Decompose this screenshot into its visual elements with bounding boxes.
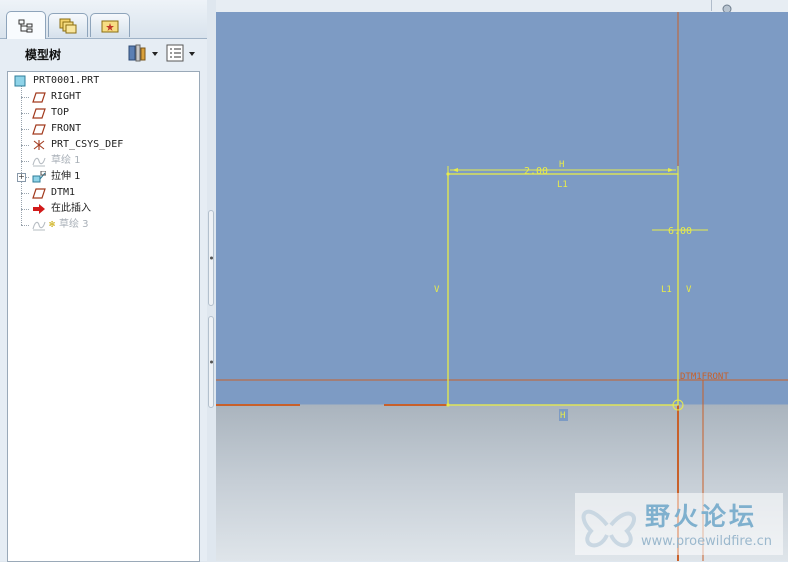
datum-plane-icon	[32, 123, 46, 135]
model-tree-tab[interactable]	[6, 11, 46, 39]
tree-item[interactable]: PRT_CSYS_DEF	[8, 137, 197, 153]
tree-branch-line	[21, 97, 29, 98]
tree-item-label: DTM1	[51, 187, 76, 198]
tree-item[interactable]: + 拉伸 1	[8, 169, 197, 185]
constraint-h-top: H	[559, 160, 564, 170]
tree-branch-line	[21, 193, 29, 194]
butterfly-logo-icon	[581, 509, 636, 548]
tree-branch-line	[21, 209, 29, 210]
sketch-icon	[32, 219, 46, 231]
datum-plane-icon	[32, 107, 46, 119]
constraint-h-bottom: H	[560, 411, 565, 421]
tree-item[interactable]: 在此插入	[8, 201, 197, 217]
model-tree: PRT0001.PRT RIGHT TOP FRONT PRT_CSYS_DEF 草绘 1…	[7, 71, 200, 562]
tree-item-label: FRONT	[51, 123, 82, 134]
tree-branch-line	[21, 225, 29, 226]
tree-item-label: 拉伸 1	[51, 171, 81, 182]
favorites-tab[interactable]	[90, 13, 130, 37]
tree-item-label: 在此插入	[51, 203, 91, 214]
constraint-v-left: V	[434, 285, 440, 295]
tree-item[interactable]: DTM1	[8, 185, 197, 201]
tree-branch-line	[21, 161, 29, 162]
watermark: 野火论坛 www.proewildfire.cn	[575, 493, 783, 555]
tree-branch-line	[21, 145, 29, 146]
constraint-v-right: V	[686, 285, 692, 295]
favorites-icon	[101, 20, 119, 32]
navigator-panel: 模型树 PRT0001.PRT RIGHT TOP FRONT PRT_CSYS_DEF…	[0, 0, 207, 562]
watermark-url: www.proewildfire.cn	[641, 534, 772, 549]
list-icon	[166, 44, 195, 62]
constraint-l1-right: L1	[661, 285, 672, 295]
datum-plane-icon	[32, 91, 46, 103]
tree-item-label: TOP	[51, 107, 70, 118]
tree-item-label: 草绘 1	[51, 155, 81, 166]
graphics-window[interactable]: 2.00 H L1 6.00 V L1 V H DTM1FRONT	[216, 12, 788, 561]
tree-item[interactable]: 草绘 1	[8, 153, 197, 169]
folder-browser-tab[interactable]	[48, 13, 88, 37]
extrude-icon	[32, 170, 47, 183]
tree-item-label: RIGHT	[51, 91, 82, 102]
tree-item-label: 草绘 3	[59, 219, 89, 230]
sketch-vertex[interactable]	[446, 403, 450, 407]
folders-icon	[59, 18, 77, 33]
tools-icon	[128, 44, 158, 62]
view-corner-button[interactable]	[711, 0, 742, 14]
tree-item[interactable]: TOP	[8, 105, 197, 121]
datum-plane-icon	[32, 187, 46, 199]
dimension-right-text[interactable]: 6.00	[668, 226, 692, 237]
constraint-l1-top: L1	[557, 180, 568, 190]
dimension-width-text[interactable]: 2.00	[524, 166, 548, 177]
csys-icon	[32, 139, 46, 151]
sketch-icon	[32, 155, 46, 167]
tree-item[interactable]: ✻ 草绘 3	[8, 217, 197, 233]
sketch-canvas[interactable]: 2.00 H L1 6.00 V L1 V H DTM1FRONT	[216, 12, 788, 561]
watermark-title: 野火论坛	[645, 502, 758, 531]
part-icon	[14, 75, 28, 87]
expand-icon[interactable]: +	[17, 173, 26, 182]
datum-label: DTM1FRONT	[680, 372, 729, 382]
tree-item[interactable]: FRONT	[8, 121, 197, 137]
active-feature-marker: ✻	[49, 219, 56, 230]
model-tree-title: 模型树	[25, 48, 62, 62]
panel-splitter[interactable]	[207, 210, 215, 408]
sketch-rectangle[interactable]	[447, 173, 679, 406]
tree-item-label: PRT0001.PRT	[33, 75, 100, 86]
model-tree-icon	[18, 19, 33, 32]
tree-settings-button[interactable]	[127, 42, 161, 64]
tree-show-button[interactable]	[165, 42, 199, 64]
tree-branch-line	[21, 129, 29, 130]
tree-branch-line	[21, 113, 29, 114]
tree-item-label: PRT_CSYS_DEF	[51, 139, 124, 150]
insert-arrow-icon	[32, 203, 46, 215]
navigator-tab-strip	[0, 0, 207, 39]
tree-item[interactable]: RIGHT	[8, 89, 197, 105]
tree-item[interactable]: PRT0001.PRT	[8, 73, 197, 89]
